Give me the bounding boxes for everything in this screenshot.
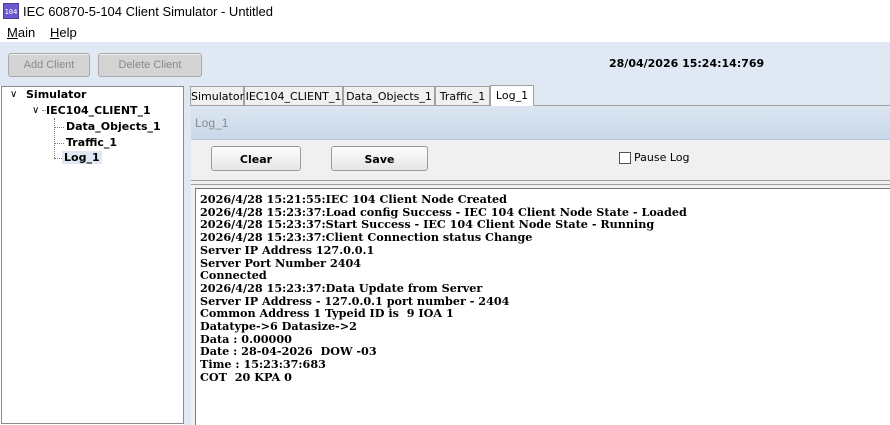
tab-data-objects[interactable]: Data_Objects_1 bbox=[343, 86, 435, 105]
pause-log-label: Pause Log bbox=[634, 151, 690, 164]
tree-connector bbox=[54, 127, 64, 128]
panel-title: Log_1 bbox=[195, 116, 229, 130]
tree-connector bbox=[54, 118, 55, 158]
collapse-icon[interactable]: ∨ bbox=[32, 105, 39, 116]
window-title: IEC 60870-5-104 Client Simulator - Untit… bbox=[23, 4, 274, 19]
tree-node-client[interactable]: IEC104_CLIENT_1 bbox=[46, 104, 151, 117]
log-line: 2026/4/28 15:23:37:Client Connection sta… bbox=[200, 230, 533, 245]
add-client-button[interactable]: Add Client bbox=[8, 53, 90, 77]
log-separator bbox=[191, 180, 890, 185]
log-panel: Log_1 Clear Save Pause Log 2026/4/28 15:… bbox=[191, 106, 890, 425]
tree-connector bbox=[54, 143, 64, 144]
collapse-icon[interactable]: ∨ bbox=[10, 89, 17, 100]
panel-header: Log_1 bbox=[191, 106, 890, 140]
log-textbox[interactable]: 2026/4/28 15:21:55:IEC 104 Client Node C… bbox=[195, 188, 890, 425]
pause-log-checkbox[interactable] bbox=[619, 152, 631, 164]
menu-help[interactable]: Help bbox=[50, 25, 77, 40]
title-bar: 104 IEC 60870-5-104 Client Simulator - U… bbox=[0, 0, 890, 24]
log-line: COT 20 KPA 0 bbox=[200, 369, 292, 384]
save-button[interactable]: Save bbox=[331, 146, 428, 171]
tab-simulator[interactable]: Simulator bbox=[190, 86, 244, 105]
project-tree[interactable]: ∨ Simulator ∨ IEC104_CLIENT_1 Data_Objec… bbox=[1, 86, 184, 424]
log-lines: 2026/4/28 15:21:55:IEC 104 Client Node C… bbox=[200, 193, 687, 384]
log-line: 2026/4/28 15:21:55:IEC 104 Client Node C… bbox=[200, 192, 507, 206]
tab-traffic[interactable]: Traffic_1 bbox=[435, 86, 490, 105]
menu-bar: Main Help bbox=[0, 24, 890, 42]
delete-client-button[interactable]: Delete Client bbox=[98, 53, 202, 77]
tree-node-data-objects[interactable]: Data_Objects_1 bbox=[66, 120, 161, 133]
datetime-display: 28/04/2026 15:24:14:769 bbox=[609, 57, 765, 70]
log-line: Server IP Address 127.0.0.1 bbox=[200, 242, 375, 257]
clear-button[interactable]: Clear bbox=[211, 146, 301, 171]
toolbar: Add Client Delete Client 28/04/2026 15:2… bbox=[0, 42, 890, 86]
tree-node-simulator[interactable]: Simulator bbox=[26, 88, 86, 101]
tree-node-log[interactable]: Log_1 bbox=[62, 151, 102, 164]
tab-client[interactable]: IEC104_CLIENT_1 bbox=[244, 86, 343, 105]
log-line: Datatype->6 Datasize->2 bbox=[200, 319, 357, 334]
app-icon: 104 bbox=[3, 3, 19, 19]
tree-node-traffic[interactable]: Traffic_1 bbox=[66, 136, 117, 149]
tab-log[interactable]: Log_1 bbox=[490, 85, 534, 106]
log-line: Time : 15:23:37:683 bbox=[200, 357, 326, 372]
log-line: Server Port Number 2404 bbox=[200, 255, 362, 270]
menu-main[interactable]: Main bbox=[7, 25, 35, 40]
tree-connector bbox=[54, 158, 62, 159]
log-line: 2026/4/28 15:23:37:Data Update from Serv… bbox=[200, 280, 483, 295]
workspace: Simulator IEC104_CLIENT_1 Data_Objects_1… bbox=[190, 85, 890, 425]
